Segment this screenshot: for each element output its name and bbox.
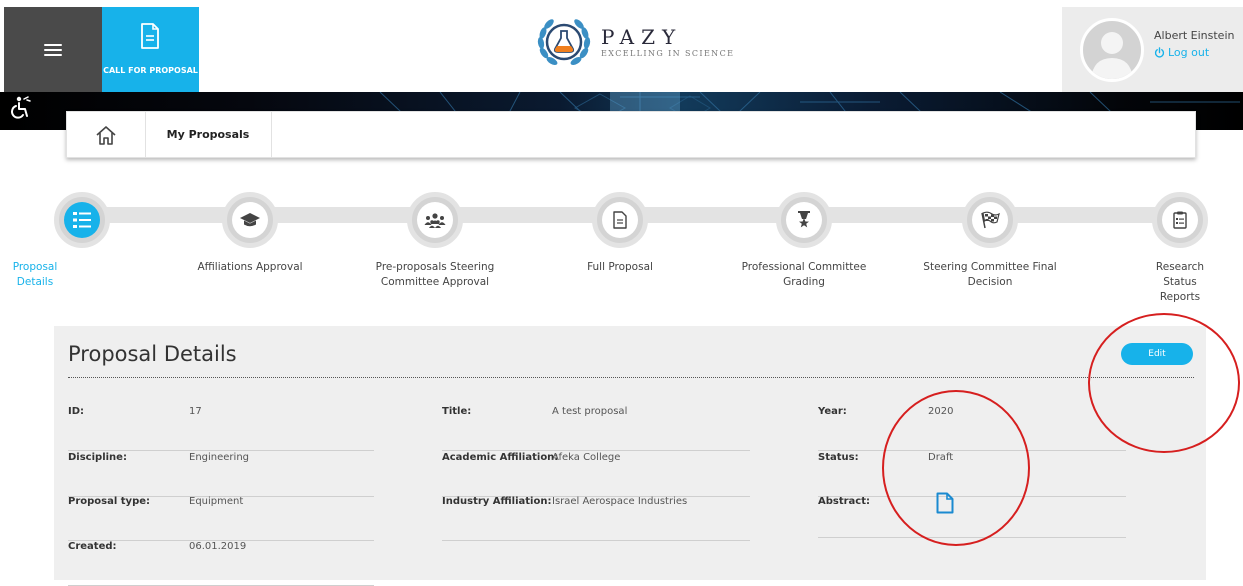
- field-value: 17: [189, 406, 202, 417]
- panel-title: Proposal Details: [68, 342, 237, 366]
- field-proposal-type: Proposal type: Equipment: [68, 496, 374, 541]
- field-industry-affiliation: Industry Affiliation: Israel Aerospace I…: [442, 496, 750, 541]
- step-label: Steering Committee Final Decision: [923, 261, 1057, 288]
- avatar: [1080, 18, 1144, 82]
- hamburger-icon: [44, 43, 62, 56]
- field-title: Title: A test proposal: [442, 406, 750, 451]
- logout-link[interactable]: Log out: [1154, 46, 1209, 59]
- document-icon: [613, 211, 627, 229]
- field-label: ID:: [68, 406, 85, 417]
- field-label: Industry Affiliation:: [442, 496, 552, 507]
- step-full-proposal[interactable]: Full Proposal: [550, 192, 690, 275]
- call-for-proposal-button[interactable]: CALL FOR PROPOSAL: [102, 7, 199, 92]
- document-icon: [141, 23, 159, 49]
- step-label: Research Status Reports: [1155, 261, 1205, 303]
- field-id: ID: 17: [68, 406, 374, 451]
- field-label: Year:: [818, 406, 847, 417]
- breadcrumb-my-proposals[interactable]: My Proposals: [145, 112, 272, 157]
- field-status: Status: Draft: [818, 452, 1126, 497]
- award-icon: [798, 211, 810, 228]
- abstract-file-icon[interactable]: [936, 492, 954, 514]
- field-value: Engineering: [189, 452, 249, 463]
- step-research-status-reports[interactable]: Research Status Reports: [1110, 192, 1243, 305]
- field-label: Status:: [818, 452, 859, 463]
- field-label: Academic Affiliation:: [442, 452, 559, 463]
- accessibility-icon[interactable]: [8, 96, 32, 120]
- step-label: Pre-proposals Steering Committee Approva…: [375, 261, 495, 288]
- step-affiliations-approval[interactable]: Affiliations Approval: [180, 192, 320, 275]
- field-value: Equipment: [189, 496, 244, 507]
- field-value: Draft: [928, 452, 954, 463]
- field-label: Proposal type:: [68, 496, 151, 507]
- laurel-flask-icon: [537, 19, 591, 65]
- graduation-cap-icon: [240, 213, 260, 227]
- step-professional-committee[interactable]: Professional Committee Grading: [734, 192, 874, 290]
- step-label: Affiliations Approval: [197, 261, 303, 273]
- step-proposal-details[interactable]: Proposal Details: [12, 192, 152, 290]
- edit-button[interactable]: Edit: [1121, 343, 1193, 365]
- step-label: Full Proposal: [587, 261, 653, 273]
- step-label: Professional Committee Grading: [741, 261, 867, 288]
- field-label: Created:: [68, 541, 117, 552]
- field-value: Israel Aerospace Industries: [552, 496, 688, 507]
- list-icon: [73, 212, 91, 228]
- field-created: Created: 06.01.2019: [68, 541, 374, 586]
- logo-tagline: EXCELLING IN SCIENCE: [601, 48, 735, 58]
- group-icon: [424, 213, 446, 228]
- menu-button[interactable]: [4, 7, 102, 92]
- home-icon: [96, 125, 116, 145]
- home-button[interactable]: [67, 112, 146, 157]
- top-header: CALL FOR PROPOSAL PAZY EXCELLING IN SCIE…: [0, 0, 1243, 92]
- field-label: Abstract:: [818, 496, 871, 507]
- breadcrumb: My Proposals: [66, 111, 1196, 158]
- power-icon: [1154, 47, 1165, 58]
- clipboard-icon: [1173, 211, 1187, 229]
- user-name: Albert Einstein: [1154, 29, 1235, 42]
- checkered-flag-icon: [981, 211, 1000, 229]
- pazy-logo: PAZY EXCELLING IN SCIENCE: [535, 14, 734, 70]
- logo-name: PAZY: [601, 24, 683, 49]
- field-value: 2020: [928, 406, 954, 417]
- title-divider: [68, 377, 1194, 378]
- call-for-proposal-label: CALL FOR PROPOSAL: [103, 66, 198, 75]
- field-discipline: Discipline: Engineering: [68, 452, 374, 497]
- field-value: 06.01.2019: [189, 541, 247, 552]
- logout-label: Log out: [1168, 46, 1210, 59]
- user-silhouette-icon: [1091, 32, 1133, 79]
- step-steering-final-decision[interactable]: Steering Committee Final Decision: [920, 192, 1060, 290]
- field-value: A test proposal: [552, 406, 628, 417]
- proposal-details-panel: Proposal Details Edit ID: 17 Discipline:…: [54, 326, 1206, 586]
- step-label: Proposal Details: [12, 261, 58, 288]
- field-value: Afeka College: [552, 452, 621, 463]
- field-abstract: Abstract:: [818, 492, 1126, 538]
- field-year: Year: 2020: [818, 406, 1126, 451]
- step-pre-proposals-steering[interactable]: Pre-proposals Steering Committee Approva…: [365, 192, 505, 290]
- user-panel: Albert Einstein Log out: [1062, 7, 1243, 92]
- field-label: Title:: [442, 406, 472, 417]
- field-label: Discipline:: [68, 452, 127, 463]
- field-academic-affiliation: Academic Affiliation: Afeka College: [442, 452, 750, 497]
